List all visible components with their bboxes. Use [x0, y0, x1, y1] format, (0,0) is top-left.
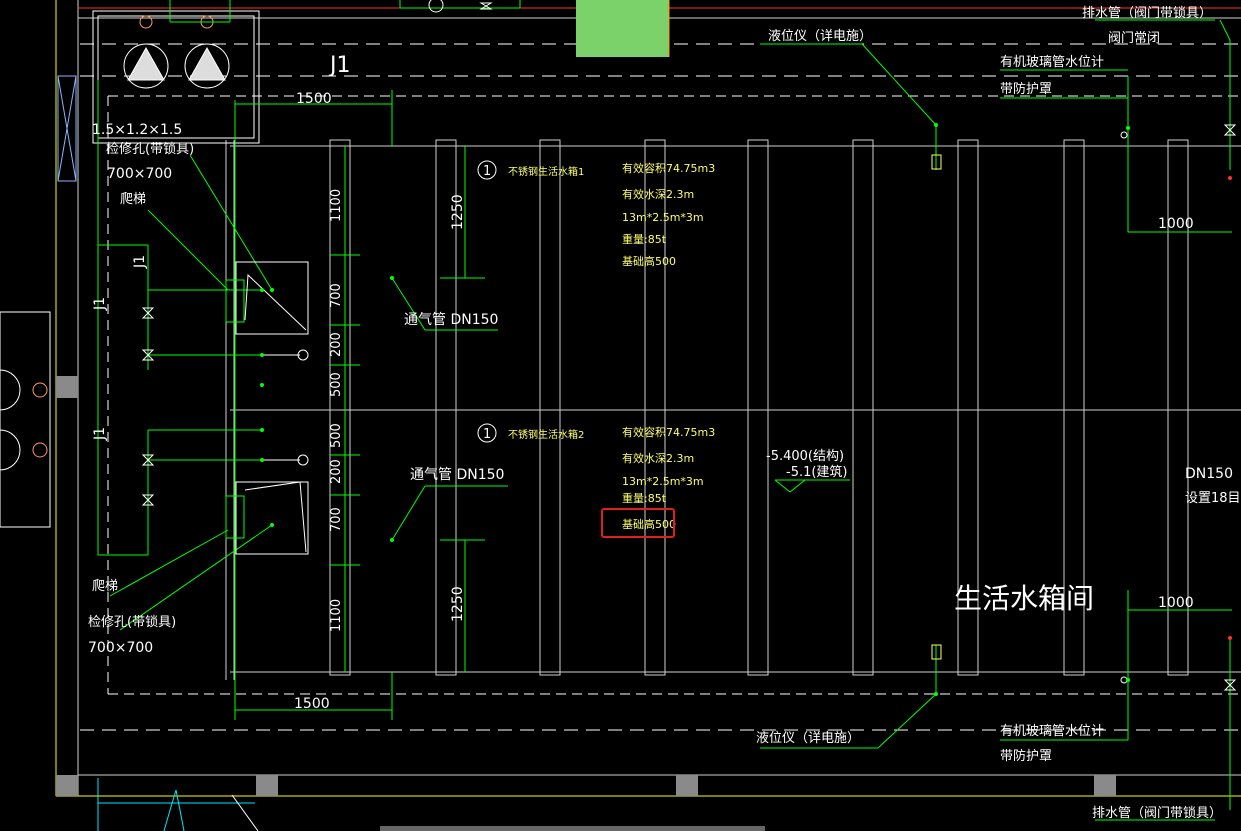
hatch-size-1: 700×700: [107, 166, 172, 182]
pipe-tag-j1: J1: [132, 255, 148, 269]
tank-spec: 有效水深2.3m: [622, 187, 694, 201]
pipe-tag-j1: J1: [328, 53, 351, 78]
highlight-box: [601, 508, 675, 538]
dim-1250-top: 1250: [450, 194, 466, 230]
tank-spec: 重量:85t: [622, 232, 667, 246]
vent-pipe-label-1: 通气管 DN150: [404, 312, 498, 328]
pump-base: [0, 10, 260, 528]
access-hatch-label-2: 检修孔(带锁具): [88, 614, 176, 630]
dim-700-bottom: 700: [329, 507, 344, 532]
dim-200-top: 200: [329, 332, 344, 357]
valve-closed-label: 阀门常闭: [1108, 31, 1160, 46]
hatch-size-2: 700×700: [88, 640, 153, 656]
tank-specs-1: 有效容积74.75m3 有效水深2.3m 13m*2.5m*3m 重量:85t …: [622, 161, 715, 268]
dim-1000-top: 1000: [1158, 216, 1194, 232]
access-hatch-label-1: 检修孔(带锁具): [106, 141, 194, 157]
cover-label-top: 带防护罩: [1000, 81, 1052, 97]
building-outline: [55, 0, 1241, 831]
cover-label-bottom: 带防护罩: [1000, 748, 1052, 764]
dim-700-top: 700: [329, 283, 344, 308]
dn150-label: DN150: [1185, 466, 1233, 482]
pipe-tag-j1: J1: [92, 297, 108, 311]
tank-spec: 有效水深2.3m: [622, 451, 694, 465]
dim-1100-top: 1100: [329, 189, 344, 222]
level-gauge-label-top: 液位仪（详电施）: [768, 29, 872, 44]
tank-spec: 13m*2.5m*3m: [622, 211, 704, 224]
cad-drawing-canvas: 1 不锈钢生活水箱1 1 不锈钢生活水箱2 有效容积74.75m3 有效水深2.…: [0, 0, 1241, 831]
tank-spec: 有效容积74.75m3: [622, 425, 715, 439]
tank-name-1: 不锈钢生活水箱1: [508, 165, 584, 178]
ladder-label-2: 爬梯: [92, 579, 118, 594]
tank-spec: 基础高500: [622, 254, 676, 268]
drain-pipe-label-top: 排水管（阀门带锁具）: [1082, 5, 1212, 21]
dim-500-top: 500: [329, 372, 344, 397]
tank-spec: 重量:85t: [622, 491, 667, 505]
pipe-tag-j1: J1: [92, 427, 108, 441]
setting-label: 设置18目: [1185, 491, 1241, 506]
hatches: [225, 261, 309, 555]
room-label: 生活水箱间: [954, 582, 1094, 615]
dim-200-bottom: 200: [329, 459, 344, 484]
dim-1000-bottom: 1000: [1158, 595, 1194, 611]
tank-spec: 13m*2.5m*3m: [622, 475, 704, 488]
dim-1500-bottom: 1500: [294, 696, 330, 712]
tank-block: [576, 0, 669, 57]
dim-1500-top: 1500: [296, 91, 332, 107]
tank-spec: 有效容积74.75m3: [622, 161, 715, 175]
glass-gauge-label-bottom: 有机玻璃管水位计: [1000, 724, 1104, 739]
tank-marker-2: 1: [483, 427, 491, 442]
dim-1100-bottom: 1100: [329, 599, 344, 632]
level-gauge-label-bottom: 液位仪（详电施）: [756, 731, 860, 746]
glass-gauge-label-top: 有机玻璃管水位计: [1000, 55, 1104, 70]
ladder-label-1: 爬梯: [120, 192, 146, 207]
tank-name-2: 不锈钢生活水箱2: [508, 428, 584, 441]
drain-pipe-label-bottom: 排水管（阀门带锁具）: [1092, 805, 1222, 821]
tank-marker-1: 1: [483, 164, 491, 179]
elevation-building: -5.1(建筑): [786, 464, 848, 480]
pump-base-size: 1.5×1.2×1.5: [92, 122, 182, 138]
elevation-structure: -5.400(结构): [766, 449, 844, 464]
vent-pipe-label-2: 通气管 DN150: [410, 467, 504, 483]
dim-500-bottom: 500: [329, 423, 344, 448]
dim-1250-bottom: 1250: [450, 586, 466, 622]
